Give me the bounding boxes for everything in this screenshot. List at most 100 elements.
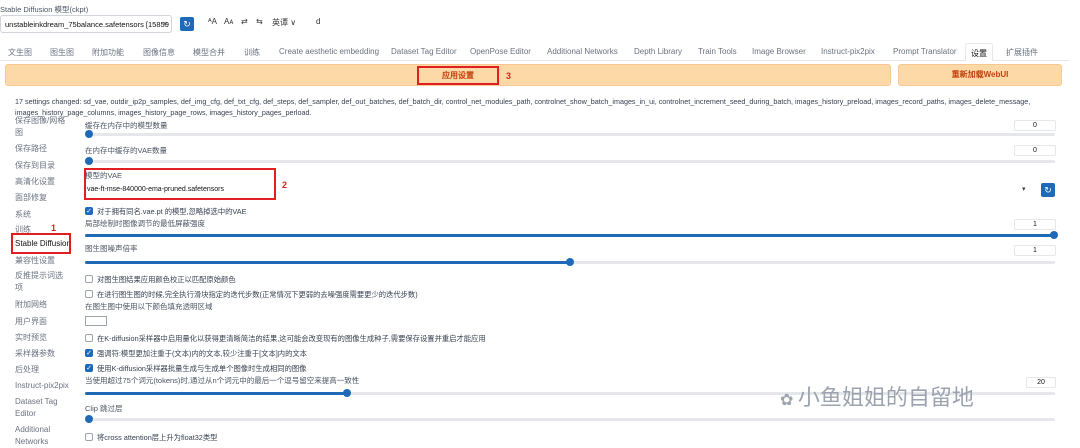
clip-skip-slider[interactable] xyxy=(85,418,1055,421)
clip-skip-knob[interactable] xyxy=(85,415,93,423)
checkpoint-value: unstableinkdream_75balance.safetensors [… xyxy=(5,20,169,29)
sidebar-item-upscaling[interactable]: 高清化设置 xyxy=(15,177,55,188)
sidebar-item-postprocessing[interactable]: 后处理 xyxy=(15,365,39,376)
inpaint-strength-label: 局部绘制时图像调节的最低屏蔽强度 xyxy=(85,219,205,228)
sidebar-item-interrogate[interactable]: 反推提示词选 xyxy=(15,271,63,282)
tab-settings[interactable]: 设置 xyxy=(965,43,993,61)
tab-merge[interactable]: 模型合并 xyxy=(193,47,225,58)
tool-button-3[interactable]: ⇄ xyxy=(241,17,248,26)
batch-cond-checkbox[interactable]: ✓ xyxy=(85,364,93,372)
tab-extensions[interactable]: 扩展插件 xyxy=(1006,47,1038,58)
inpaint-strength-input[interactable]: 1 xyxy=(1014,219,1056,230)
chevron-down-icon: ▾ xyxy=(163,21,167,28)
cache-vae-slider[interactable] xyxy=(85,160,1055,163)
quantize-checkbox[interactable] xyxy=(85,334,93,342)
vae-ignore-checkbox[interactable]: ✓ xyxy=(85,207,93,215)
color-correct-checkbox[interactable] xyxy=(85,275,93,283)
tab-extras[interactable]: 附加功能 xyxy=(92,47,124,58)
transparent-fill-label: 在图生图中使用以下颜色填充透明区域 xyxy=(85,302,213,311)
cache-models-slider[interactable] xyxy=(85,133,1055,136)
sidebar-item-live-preview[interactable]: 实时预览 xyxy=(15,333,47,344)
tab-train-tools[interactable]: Train Tools xyxy=(698,47,737,56)
upcast-attention-checkbox[interactable] xyxy=(85,433,93,441)
tab-openpose[interactable]: OpenPose Editor xyxy=(470,47,531,56)
refresh-icon: ↻ xyxy=(1044,185,1052,195)
tab-depth-library[interactable]: Depth Library xyxy=(634,47,682,56)
img2img-steps-label: 在进行图生图的时候,完全执行滑块指定的迭代步数(正常情况下更弱的去噪强度需要更少… xyxy=(97,290,418,299)
clip-skip-label: Clip 跳过层 xyxy=(85,404,123,413)
transparent-fill-color[interactable] xyxy=(85,316,107,326)
annotation-3: 3 xyxy=(506,71,512,81)
sidebar-item-save-paths[interactable]: 保存路径 xyxy=(15,144,47,155)
token-comma-slider[interactable] xyxy=(85,392,347,395)
token-comma-label: 当使用超过75个词元(tokens)时,通过从n个词元中的最后一个逗号留空来提高… xyxy=(85,376,360,385)
watermark: ✿ 小鱼姐姐的自留地 xyxy=(780,380,974,412)
tab-dataset-tag-editor[interactable]: Dataset Tag Editor xyxy=(391,47,457,56)
wechat-icon: ✿ xyxy=(780,392,798,409)
tab-image-browser[interactable]: Image Browser xyxy=(752,47,806,56)
inpaint-strength-slider[interactable] xyxy=(85,234,1055,237)
refresh-checkpoint-button[interactable]: ↻ xyxy=(180,17,194,31)
cache-models-input[interactable]: 0 xyxy=(1014,120,1056,131)
checkpoint-select[interactable]: unstableinkdream_75balance.safetensors [… xyxy=(0,15,172,33)
cache-models-label: 缓存在内存中的模型数量 xyxy=(85,121,168,130)
tab-prompt-translator[interactable]: Prompt Translator xyxy=(893,47,957,56)
tab-bar: 文生图 图生图 附加功能 图像信息 模型合并 训练 Create aesthet… xyxy=(0,42,1070,61)
refresh-vae-button[interactable]: ↻ xyxy=(1041,183,1055,197)
noise-multiplier-label: 图生图噪声倍率 xyxy=(85,244,138,253)
sidebar-item-instruct-pix2pix[interactable]: Instruct-pix2pix xyxy=(15,381,69,392)
sidebar-item-compatibility[interactable]: 兼容性设置 xyxy=(15,256,55,267)
language-select[interactable]: 英谭 ∨ xyxy=(272,17,296,28)
cache-vae-knob[interactable] xyxy=(85,157,93,165)
token-comma-knob[interactable] xyxy=(343,389,351,397)
sidebar-item-save-images[interactable]: 保存图像/网格 xyxy=(15,116,65,127)
sidebar-item-save-to-dir[interactable]: 保存到目录 xyxy=(15,161,55,172)
reload-webui-button[interactable]: 重新加载WebUI xyxy=(898,64,1062,86)
tab-txt2img[interactable]: 文生图 xyxy=(8,47,32,58)
vae-ignore-label: 对于拥有同名.vae.pt 的模型,忽略掉选中的VAE xyxy=(97,207,247,216)
tab-aesthetic[interactable]: Create aesthetic embedding xyxy=(279,47,379,56)
cache-vae-input[interactable]: 0 xyxy=(1014,145,1056,156)
cache-vae-label: 在内存中缓存的VAE数量 xyxy=(85,146,167,155)
sidebar-item-user-interface[interactable]: 用户界面 xyxy=(15,317,47,328)
inpaint-strength-knob[interactable] xyxy=(1050,231,1058,239)
tool-button-4[interactable]: ⇆ xyxy=(256,17,263,26)
quantize-label: 在K-diffusion采样器中启用量化以获得更清晰简洁的结果,这可能会改变现有… xyxy=(97,334,486,343)
annotation-1: 1 xyxy=(51,223,57,233)
refresh-icon: ↻ xyxy=(183,19,191,29)
sidebar-item-additional[interactable]: Additional xyxy=(15,425,50,436)
sidebar-item-sampler-params[interactable]: 采样器参数 xyxy=(15,349,55,360)
vae-highlight xyxy=(84,168,276,200)
sidebar-item-save-images-2[interactable]: 图 xyxy=(15,128,23,139)
annotation-2: 2 xyxy=(282,180,288,190)
sidebar-item-dataset-tag[interactable]: Dataset Tag xyxy=(15,397,58,408)
img2img-steps-checkbox[interactable] xyxy=(85,290,93,298)
sidebar-item-dataset-tag-2[interactable]: Editor xyxy=(15,409,36,420)
tab-additional-networks[interactable]: Additional Networks xyxy=(547,47,618,56)
noise-multiplier-slider[interactable] xyxy=(85,261,570,264)
tab-instruct-pix2pix[interactable]: Instruct-pix2pix xyxy=(821,47,875,56)
checkpoint-label: Stable Diffusion 模型(ckpt) xyxy=(0,5,89,14)
noise-multiplier-input[interactable]: 1 xyxy=(1014,245,1056,256)
batch-cond-label: 使用K-diffusion采样器批量生成与生成单个图像时生成相同的图像 xyxy=(97,364,307,373)
tool-button-6[interactable]: d xyxy=(316,17,320,26)
stable-diffusion-highlight xyxy=(11,233,71,254)
apply-settings-button[interactable]: 应用设置 xyxy=(417,66,499,85)
emphasis-checkbox[interactable]: ✓ xyxy=(85,349,93,357)
sidebar-item-interrogate-2[interactable]: 项 xyxy=(15,283,23,294)
token-comma-input[interactable]: 20 xyxy=(1026,377,1056,388)
upcast-attention-label: 将cross attention层上升为float32类型 xyxy=(97,433,218,442)
tool-button-1[interactable]: ᴬA xyxy=(208,17,217,26)
tab-image-info[interactable]: 图像信息 xyxy=(143,47,175,58)
color-correct-label: 对图生图结果应用颜色校正以匹配原始颜色 xyxy=(97,275,236,284)
tool-button-2[interactable]: Aᴀ xyxy=(224,17,233,26)
cache-models-knob[interactable] xyxy=(85,130,93,138)
noise-multiplier-knob[interactable] xyxy=(566,258,574,266)
sidebar-item-face-restore[interactable]: 面部修复 xyxy=(15,193,47,204)
chevron-down-icon: ▾ xyxy=(1022,186,1026,193)
tab-train[interactable]: 训练 xyxy=(244,47,260,58)
sidebar-item-system[interactable]: 系统 xyxy=(15,210,31,221)
sidebar-item-additional-networks[interactable]: 附加网络 xyxy=(15,300,47,311)
settings-changed-message: 17 settings changed: sd_vae, outdir_ip2p… xyxy=(15,97,1031,117)
tab-img2img[interactable]: 图生图 xyxy=(50,47,74,58)
